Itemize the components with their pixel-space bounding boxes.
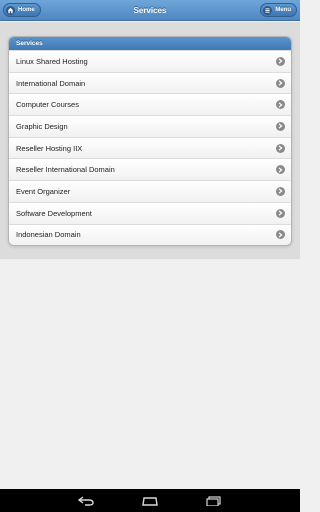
chevron-right-icon (276, 100, 285, 110)
list-item-label: Event Organizer (16, 186, 71, 196)
home-nav-icon[interactable] (140, 494, 160, 508)
list-item-label: Linux Shared Hosting (16, 56, 88, 66)
list-item-label: Indonesian Domain (16, 230, 81, 240)
menu-button-label: Menu (275, 7, 291, 13)
services-list: Services Linux Shared Hosting Internation… (8, 36, 292, 247)
app-header: Home Services Menu (0, 0, 300, 21)
menu-button[interactable]: Menu (260, 3, 297, 17)
list-item[interactable]: Linux Shared Hosting (9, 50, 291, 72)
chevron-right-icon (276, 208, 285, 218)
list-item[interactable]: Event Organizer (9, 180, 291, 202)
list-item-label: Computer Courses (16, 100, 79, 110)
back-icon[interactable] (76, 494, 96, 508)
list-divider: Services (9, 37, 291, 50)
home-icon (6, 5, 15, 15)
chevron-right-icon (276, 121, 285, 131)
chevron-right-icon (276, 143, 285, 153)
chevron-right-icon (276, 78, 285, 88)
list-item-label: Graphic Design (16, 121, 68, 131)
empty-area (0, 259, 300, 489)
list-item[interactable]: International Domain (9, 71, 291, 94)
chevron-right-icon (276, 186, 285, 196)
list-item-label: International Domain (16, 78, 86, 88)
list-item[interactable]: Software Development (9, 201, 291, 224)
list-item-label: Reseller International Domain (16, 165, 115, 175)
recent-apps-icon[interactable] (204, 494, 224, 508)
list-item[interactable]: Reseller International Domain (9, 158, 291, 181)
list-item[interactable]: Reseller Hosting IIX (9, 136, 291, 159)
list-item-label: Reseller Hosting IIX (16, 143, 83, 153)
chevron-right-icon (276, 56, 285, 66)
chevron-right-icon (276, 230, 285, 240)
chevron-right-icon (276, 165, 285, 175)
list-item-label: Software Development (16, 208, 92, 218)
home-button[interactable]: Home (3, 3, 41, 17)
list-item[interactable]: Indonesian Domain (9, 223, 291, 246)
content-area: Services Linux Shared Hosting Internation… (0, 22, 300, 259)
list-item[interactable]: Graphic Design (9, 115, 291, 137)
list-item[interactable]: Computer Courses (9, 93, 291, 116)
page-title: Services (133, 5, 167, 15)
home-button-label: Home (18, 7, 35, 13)
system-nav-bar (0, 489, 300, 512)
menu-icon (263, 5, 273, 15)
